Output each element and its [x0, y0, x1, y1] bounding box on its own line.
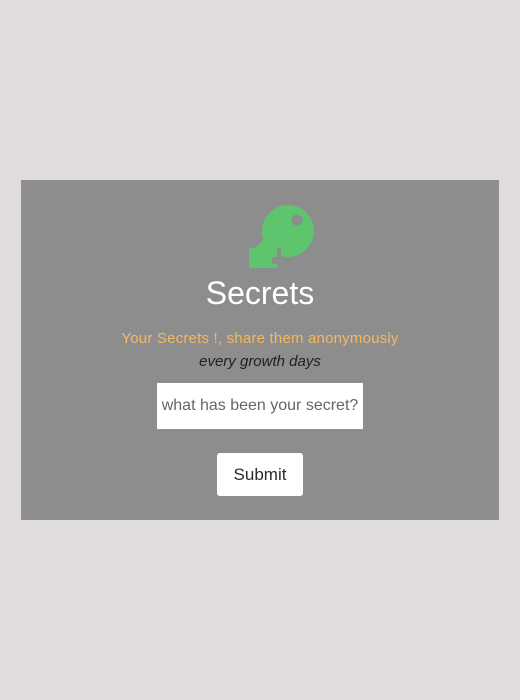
tagline: Your Secrets !, share them anonymously [121, 330, 399, 347]
secret-input[interactable] [157, 383, 363, 429]
key-icon [248, 204, 314, 268]
submit-button[interactable]: Submit [217, 453, 303, 496]
page-title: Secrets [205, 275, 315, 311]
subtagline: every growth days [199, 353, 321, 370]
secrets-card: Secrets Your Secrets !, share them anony… [21, 180, 499, 520]
